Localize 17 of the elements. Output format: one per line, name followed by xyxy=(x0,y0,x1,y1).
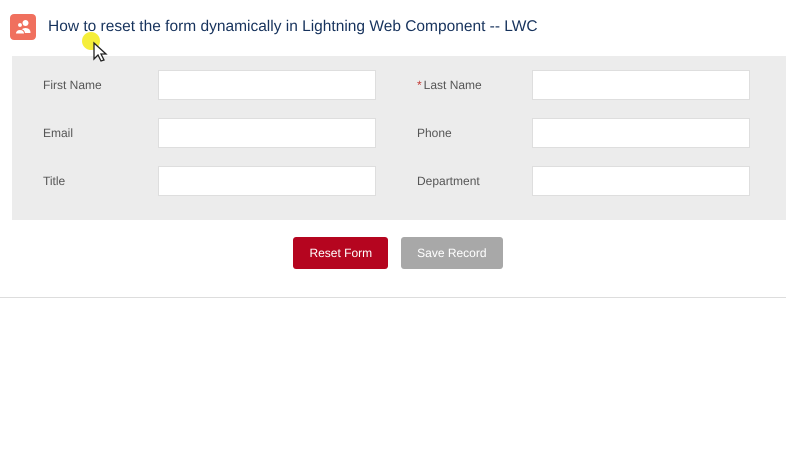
contacts-icon xyxy=(10,14,36,40)
field-label: Title xyxy=(43,174,66,188)
field-label: * Last Name xyxy=(417,78,483,92)
input-field[interactable] xyxy=(532,70,750,100)
cursor-icon xyxy=(80,32,110,62)
input-field[interactable] xyxy=(532,118,750,148)
reset-button[interactable]: Reset Form xyxy=(293,237,388,269)
card-title: How to reset the form dynamically in Lightning Web Component -- LWC xyxy=(48,18,538,36)
input-field[interactable] xyxy=(532,166,750,196)
input-field[interactable] xyxy=(158,118,376,148)
required-mark: * xyxy=(417,78,422,92)
field-label: Department xyxy=(417,174,481,188)
field-label: Phone xyxy=(417,126,453,140)
field-label: First Name xyxy=(43,78,103,92)
field-label: Email xyxy=(43,126,74,140)
input-field[interactable] xyxy=(158,70,376,100)
input-field[interactable] xyxy=(158,166,376,196)
